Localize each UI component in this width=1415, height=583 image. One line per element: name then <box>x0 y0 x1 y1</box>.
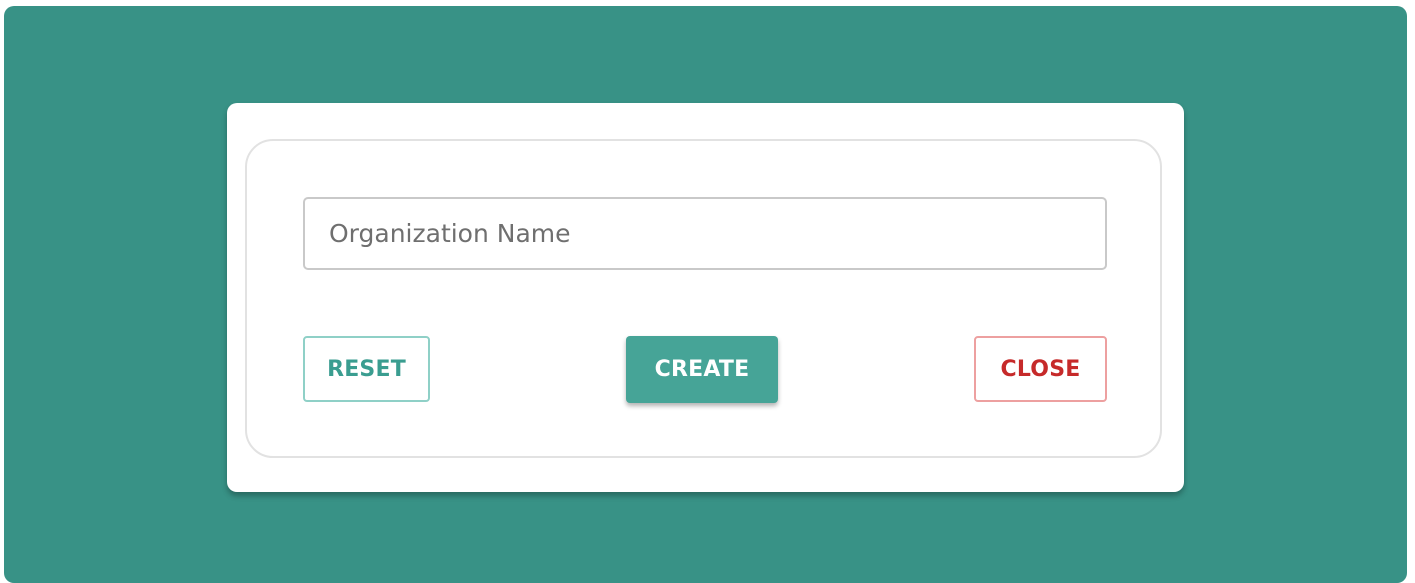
reset-button[interactable]: RESET <box>303 336 430 402</box>
form-panel: RESET CREATE CLOSE <box>245 139 1162 458</box>
create-button[interactable]: CREATE <box>626 336 778 403</box>
organization-name-input[interactable] <box>303 197 1107 270</box>
close-button[interactable]: CLOSE <box>974 336 1107 402</box>
create-organization-dialog: RESET CREATE CLOSE <box>227 103 1184 492</box>
